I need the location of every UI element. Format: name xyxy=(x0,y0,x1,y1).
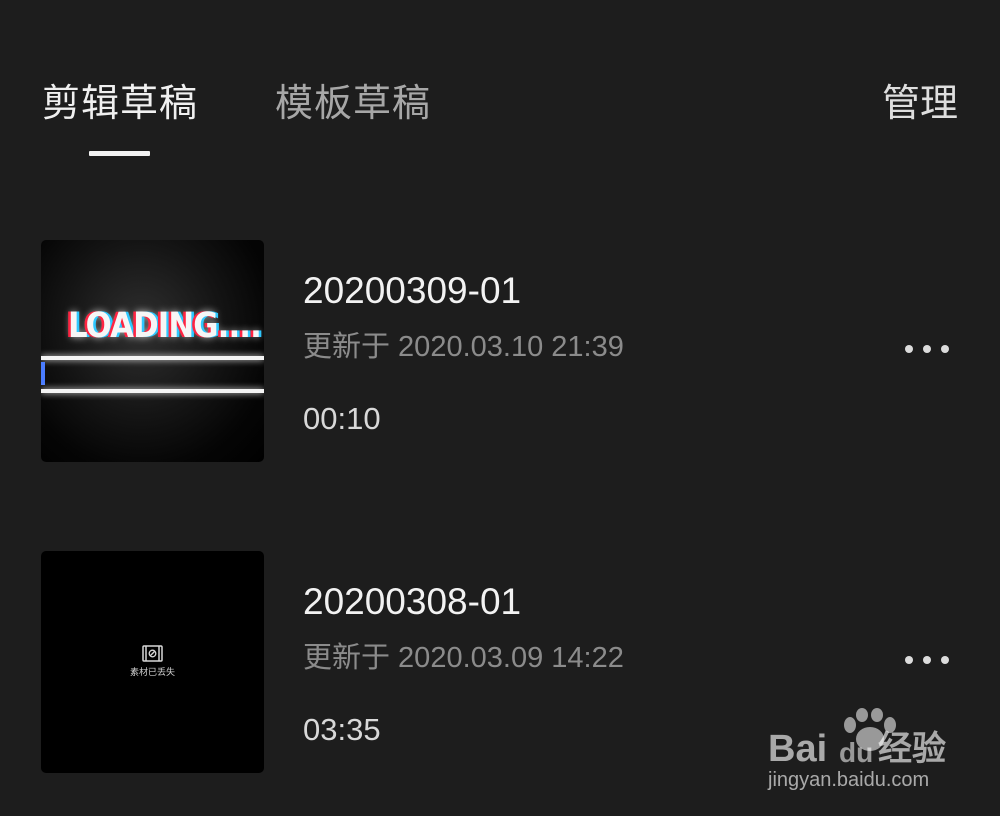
draft-title: 20200309-01 xyxy=(303,270,522,311)
draft-updated-time: 更新于 2020.03.10 21:39 xyxy=(303,331,624,363)
draft-duration: 03:35 xyxy=(303,712,381,747)
manage-button[interactable]: 管理 xyxy=(882,78,958,128)
tab-template-drafts[interactable]: 模板草稿 xyxy=(275,78,431,128)
draft-title: 20200308-01 xyxy=(303,581,522,622)
more-horizontal-icon xyxy=(905,656,913,664)
more-options-button[interactable] xyxy=(900,648,954,672)
film-missing-icon xyxy=(142,645,163,662)
draft-thumbnail[interactable]: LOADING.... xyxy=(41,240,264,462)
loading-progress-fill xyxy=(41,362,45,385)
loading-bar-bottom-line xyxy=(41,389,264,393)
missing-media-label: 素材已丢失 xyxy=(129,668,175,678)
watermark-url: jingyan.baidu.com xyxy=(768,769,930,791)
more-horizontal-icon xyxy=(923,656,931,664)
thumbnail-loading-text: LOADING.... xyxy=(68,306,262,346)
draft-thumbnail[interactable]: 素材已丢失 xyxy=(41,551,264,773)
baidu-jingyan-watermark: Bai du 经验 jingyan.baidu.com xyxy=(768,708,988,800)
more-options-button[interactable] xyxy=(900,337,954,361)
loading-bar-top-line xyxy=(41,356,264,360)
active-tab-indicator xyxy=(89,151,150,156)
draft-duration: 00:10 xyxy=(303,401,381,436)
more-horizontal-icon xyxy=(941,345,949,353)
more-horizontal-icon xyxy=(941,656,949,664)
draft-tab-bar: 剪辑草稿 模板草稿 管理 xyxy=(0,0,1000,170)
more-horizontal-icon xyxy=(923,345,931,353)
draft-updated-time: 更新于 2020.03.09 14:22 xyxy=(303,642,624,674)
watermark-brand-text: Bai xyxy=(768,728,828,770)
more-horizontal-icon xyxy=(905,345,913,353)
tab-edit-drafts[interactable]: 剪辑草稿 xyxy=(42,78,198,128)
draft-item[interactable]: LOADING.... 20200309-01 更新于 2020.03.10 2… xyxy=(0,240,1000,463)
watermark-jingyan-text: 经验 xyxy=(878,730,946,768)
